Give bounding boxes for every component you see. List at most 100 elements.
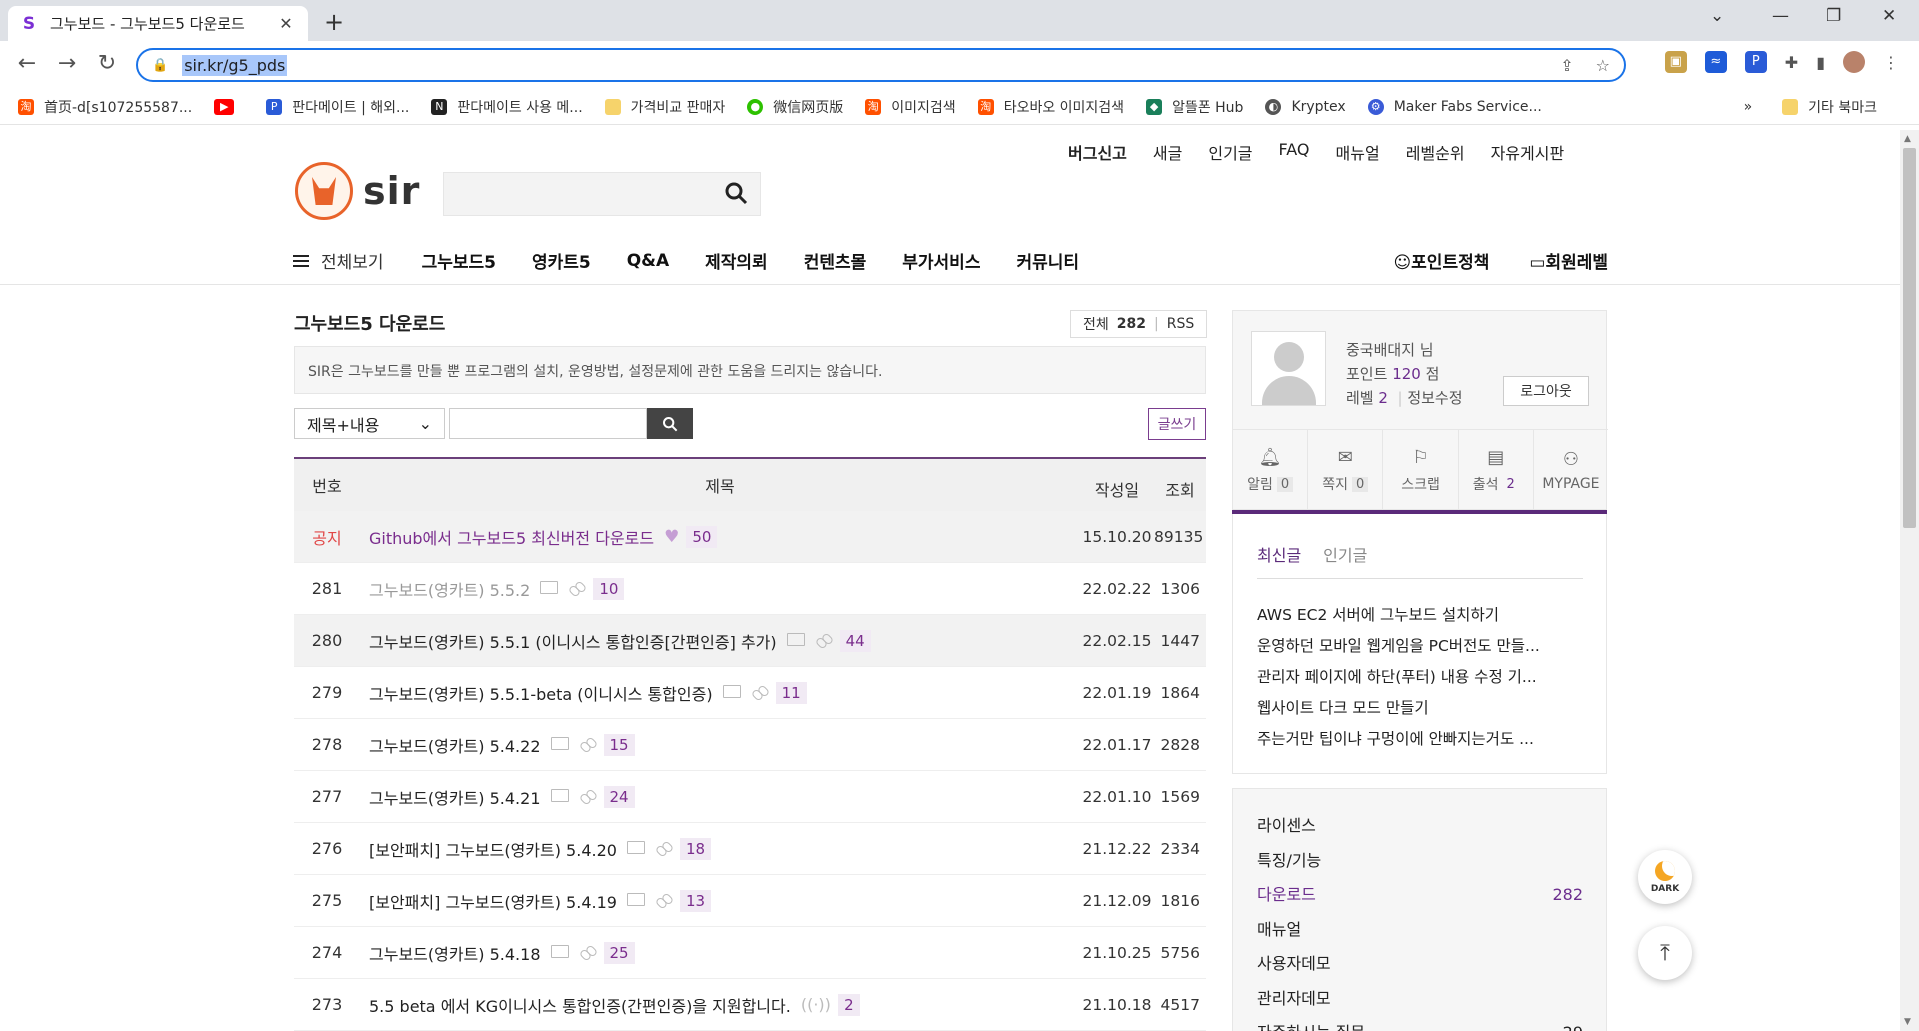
star-icon[interactable]: ☆ — [1596, 56, 1610, 75]
list-item[interactable]: AWS EC2 서버에 그누보드 설치하기 — [1257, 600, 1583, 631]
scrollbar-thumb[interactable] — [1903, 148, 1916, 528]
bookmark-item[interactable]: 淘 타오바오 이미지검색 — [977, 97, 1124, 117]
row-subject-text[interactable]: 그누보드(영카트) 5.5.2 — [369, 577, 530, 601]
top-menu-bug-report[interactable]: 버그신고 — [1068, 140, 1127, 164]
board-search-input[interactable] — [449, 408, 647, 439]
back-icon[interactable]: ← — [12, 51, 42, 76]
other-bookmarks[interactable]: 기타 북마크 — [1782, 97, 1877, 117]
nav-member-level[interactable]: ▭회원레벨 — [1529, 248, 1608, 273]
wave-extension-icon[interactable]: ≈ — [1704, 51, 1727, 73]
browser-tab[interactable]: S 그누보드 - 그누보드5 다운로드 ✕ — [8, 6, 308, 41]
lock-icon[interactable]: 🔒 — [152, 58, 168, 73]
bookmark-item[interactable]: P 판다메이트 | 해외... — [266, 97, 409, 117]
rss-link[interactable]: RSS — [1167, 316, 1195, 332]
row-subject-text[interactable]: 그누보드(영카트) 5.5.1-beta (이니시스 통합인증) — [369, 681, 713, 705]
category-item-admin-demo[interactable]: 관리자데모 — [1257, 982, 1583, 1017]
scrap-button[interactable]: ⚐ 스크랩 — [1383, 430, 1459, 511]
address-bar[interactable]: 🔒 sir.kr/g5_pds ⇪ ☆ — [136, 48, 1626, 82]
bookmark-item[interactable]: ◆ 알뜰폰 Hub — [1146, 97, 1243, 117]
bookmark-item[interactable]: 가격비교 판매자 — [604, 97, 725, 117]
table-row[interactable]: 279 그누보드(영카트) 5.5.1-beta (이니시스 통합인증) 11 22.… — [294, 667, 1206, 719]
category-item-faq[interactable]: 자주하시는 질문29 — [1257, 1016, 1583, 1031]
close-tab-icon[interactable]: ✕ — [276, 14, 296, 33]
list-item[interactable]: 주는거만 팁이냐 구멍이에 안빠지는거도 ... — [1257, 724, 1583, 755]
board-search-button[interactable] — [647, 408, 693, 439]
bookmark-item[interactable]: ● 微信网页版 — [747, 97, 843, 117]
bookmark-item[interactable]: ⚙ Maker Fabs Service... — [1367, 98, 1542, 115]
nav-qna[interactable]: Q&A — [627, 251, 669, 271]
table-row[interactable]: 275 [보안패치] 그누보드(영카트) 5.4.19 13 21.12.09 1816 — [294, 875, 1206, 927]
top-menu-free-board[interactable]: 자유게시판 — [1491, 140, 1565, 164]
chevron-down-icon[interactable]: ⌄ — [1710, 6, 1724, 26]
category-item-manual[interactable]: 매뉴얼 — [1257, 913, 1583, 948]
notifications-button[interactable]: 🔔︎ 알림 0 — [1233, 430, 1309, 511]
table-row[interactable]: 277 그누보드(영카트) 5.4.21 24 22.01.10 1569 — [294, 771, 1206, 823]
row-subject-text[interactable]: 그누보드(영카트) 5.4.22 — [369, 733, 541, 757]
top-menu-manual[interactable]: 매뉴얼 — [1336, 140, 1380, 164]
puzzle-icon[interactable]: ✚ — [1785, 53, 1798, 72]
nav-services[interactable]: 부가서비스 — [902, 248, 980, 273]
category-item-user-demo[interactable]: 사용자데모 — [1257, 947, 1583, 982]
nav-request[interactable]: 제작의뢰 — [705, 248, 768, 273]
p-extension-icon[interactable]: P — [1744, 51, 1767, 73]
table-row[interactable]: 278 그누보드(영카트) 5.4.22 15 22.01.17 2828 — [294, 719, 1206, 771]
list-item[interactable]: 웹사이트 다크 모드 만들기 — [1257, 693, 1583, 724]
nav-point-policy[interactable]: ☺포인트정책 — [1393, 248, 1489, 273]
row-subject[interactable]: 그누보드(영카트) 5.4.21 24 — [360, 785, 1080, 809]
row-subject-text[interactable]: 그누보드(영카트) 5.4.18 — [369, 941, 541, 965]
nav-all-menu[interactable]: 전체보기 — [293, 248, 384, 273]
row-subject[interactable]: [보안패치] 그누보드(영카트) 5.4.19 13 — [360, 889, 1080, 913]
nav-contents-mall[interactable]: 컨텐츠몰 — [804, 248, 867, 273]
scroll-up-icon[interactable]: ▲ — [1904, 134, 1911, 144]
attendance-button[interactable]: ▤ 출석 2 — [1459, 430, 1534, 511]
bookmark-item[interactable]: 淘 이미지검색 — [865, 97, 956, 117]
image-extension-icon[interactable]: ▣ — [1664, 51, 1687, 73]
category-item-download[interactable]: 다운로드 282 — [1257, 878, 1583, 913]
table-row[interactable]: 274 그누보드(영카트) 5.4.18 25 21.10.25 5756 — [294, 927, 1206, 979]
table-row[interactable]: 280 그누보드(영카트) 5.5.1 (이니시스 통합인증[간편인증] 추가) 4… — [294, 615, 1206, 667]
top-menu-level-rank[interactable]: 레벨순위 — [1406, 140, 1465, 164]
nav-youngcart5[interactable]: 영카트5 — [532, 248, 591, 273]
top-menu-faq[interactable]: FAQ — [1279, 140, 1310, 164]
row-subject[interactable]: 5.5 beta 에서 KG이니시스 통합인증(간편인증)을 지원합니다. ((·… — [360, 993, 1080, 1017]
share-icon[interactable]: ⇪ — [1560, 56, 1573, 75]
row-subject-text[interactable]: 5.5 beta 에서 KG이니시스 통합인증(간편인증)을 지원합니다. — [369, 993, 791, 1017]
scroll-down-icon[interactable]: ▼ — [1904, 1017, 1911, 1027]
reload-icon[interactable]: ↻ — [92, 51, 122, 76]
row-subject[interactable]: [보안패치] 그누보드(영카트) 5.4.20 18 — [360, 837, 1080, 861]
top-menu-new[interactable]: 새글 — [1153, 140, 1182, 164]
write-button[interactable]: 글쓰기 — [1148, 408, 1206, 440]
bookmark-item[interactable]: 淘首页-d[s107255587... — [18, 97, 192, 117]
logout-button[interactable]: 로그아웃 — [1503, 376, 1589, 406]
list-item[interactable]: 관리자 페이지에 하단(푸터) 내용 수정 기... — [1257, 662, 1583, 693]
avatar[interactable] — [1843, 51, 1865, 73]
row-subject-text[interactable]: [보안패치] 그누보드(영카트) 5.4.19 — [369, 889, 617, 913]
nickname[interactable]: 중국배대지 — [1346, 341, 1415, 359]
close-window-icon[interactable]: ✕ — [1882, 6, 1896, 26]
sidepanel-icon[interactable]: ▮ — [1816, 53, 1825, 72]
mypage-button[interactable]: ⚇ MYPAGE — [1534, 430, 1608, 511]
row-subject-text[interactable]: [보안패치] 그누보드(영카트) 5.4.20 — [369, 837, 617, 861]
category-item-features[interactable]: 특징/기능 — [1257, 844, 1583, 879]
row-subject[interactable]: 그누보드(영카트) 5.4.18 25 — [360, 941, 1080, 965]
row-subject-text[interactable]: 그누보드(영카트) 5.5.1 (이니시스 통합인증[간편인증] 추가) — [369, 629, 777, 653]
nav-community[interactable]: 커뮤니티 — [1016, 248, 1079, 273]
table-row[interactable]: 공지 Github에서 그누보드5 최신버전 다운로드 ♥ 50 15.10.20 891… — [294, 511, 1206, 563]
url-text[interactable]: sir.kr/g5_pds — [182, 54, 288, 76]
search-field-select[interactable]: 제목+내용 ⌄ — [294, 408, 445, 439]
dark-mode-button[interactable]: DARK — [1638, 850, 1692, 904]
page-scrollbar[interactable]: ▲ ▼ — [1900, 130, 1919, 1031]
menu-dots-icon[interactable]: ⋮ — [1883, 53, 1899, 72]
row-subject-text[interactable]: Github에서 그누보드5 최신버전 다운로드 — [369, 525, 654, 549]
new-tab-icon[interactable]: + — [324, 8, 344, 36]
row-subject[interactable]: 그누보드(영카트) 5.5.1-beta (이니시스 통합인증) 11 — [360, 681, 1080, 705]
list-item[interactable]: 운영하던 모바일 웹게임을 PC버전도 만들... — [1257, 631, 1583, 662]
bookmark-item[interactable]: ▶ — [214, 98, 244, 115]
minimize-icon[interactable]: — — [1772, 6, 1789, 26]
tab-popular[interactable]: 인기글 — [1323, 542, 1367, 566]
bookmark-item[interactable]: N 판다메이트 사용 메... — [431, 97, 583, 117]
row-subject[interactable]: 그누보드(영카트) 5.5.1 (이니시스 통합인증[간편인증] 추가) 44 — [360, 629, 1080, 653]
row-subject[interactable]: 그누보드(영카트) 5.4.22 15 — [360, 733, 1080, 757]
edit-profile-link[interactable]: 정보수정 — [1407, 389, 1462, 407]
search-icon[interactable] — [724, 181, 748, 205]
